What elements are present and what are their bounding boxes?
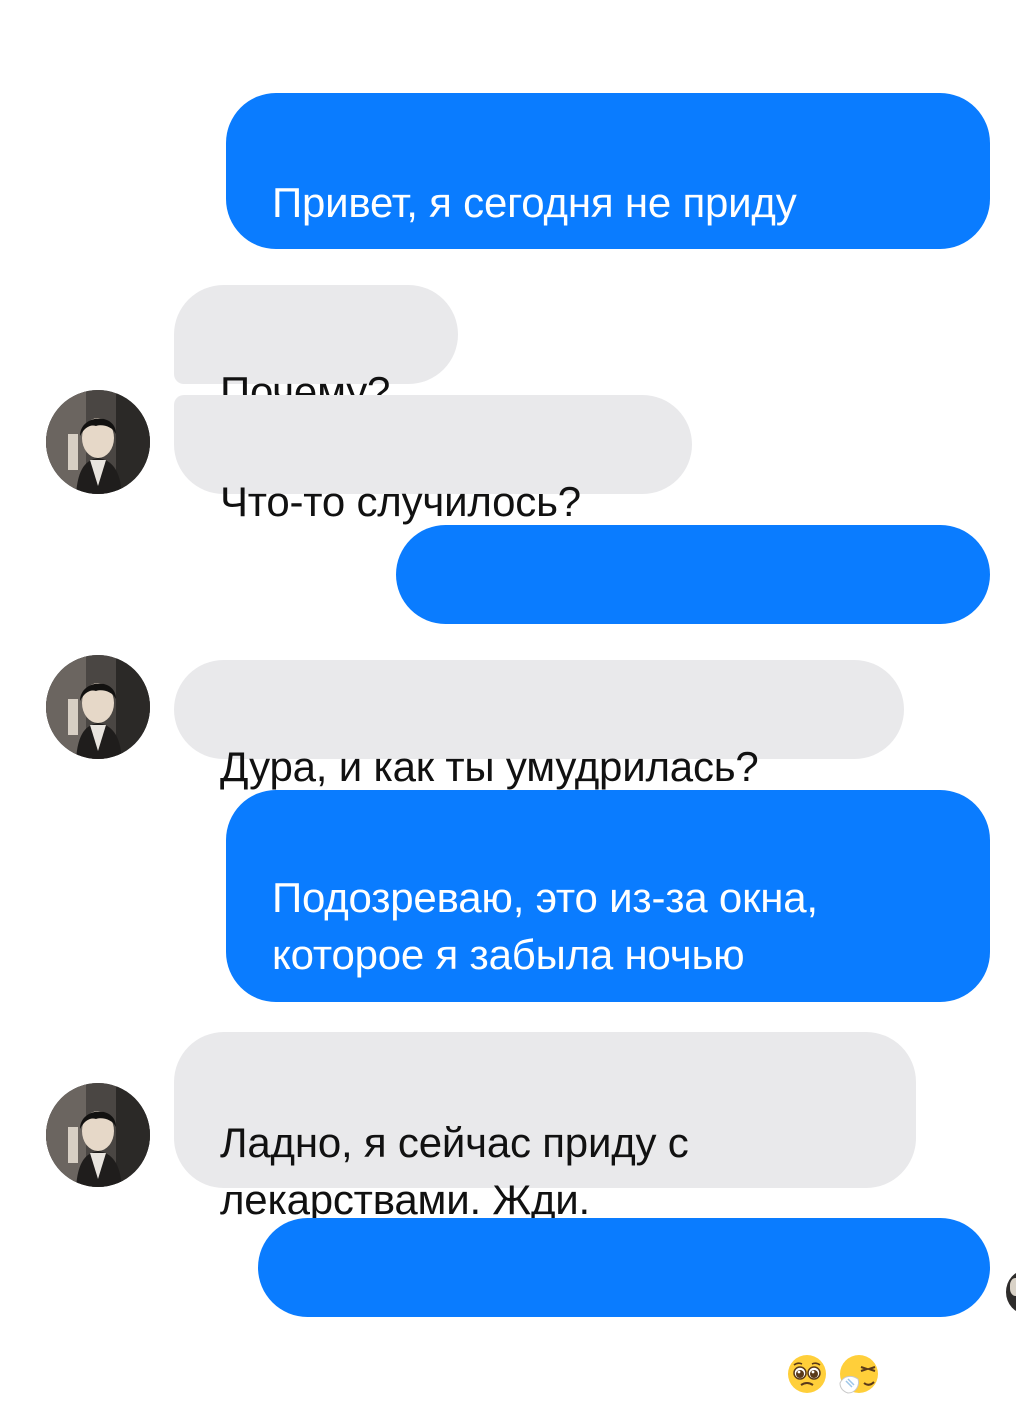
outgoing-message-bubble[interactable]: Привет, я сегодня не приду на тренировку…	[226, 93, 990, 283]
incoming-message-bubble[interactable]: Почему?	[174, 285, 458, 415]
avatar-image	[46, 1083, 150, 1187]
message-text: Что-то случилось?	[220, 478, 581, 525]
message-text: Дура, и как ты умудрилась?	[220, 743, 759, 790]
contact-avatar[interactable]	[46, 1083, 150, 1187]
avatar-image	[46, 390, 150, 494]
message-text: Аэааэааэааэа, спасибо.	[304, 1329, 772, 1377]
message-text: Ладно, я сейчас приду с лекарствами. Жди…	[220, 1119, 689, 1223]
incoming-message-bubble[interactable]: Что-то случилось?	[174, 395, 692, 525]
message-text: Привет, я сегодня не приду на тренировку…	[272, 179, 797, 283]
incoming-message-bubble[interactable]: Ладно, я сейчас приду с лекарствами. Жди…	[174, 1032, 916, 1223]
outgoing-message-bubble[interactable]: Я заболела походу.	[396, 525, 990, 702]
contact-avatar[interactable]	[46, 390, 150, 494]
outgoing-message-bubble[interactable]: Подозреваю, это из-за окна, которое я за…	[226, 790, 990, 1035]
sneezing-face-emoji-icon	[834, 1292, 884, 1413]
message-text: Подозреваю, это из-за окна, которое я за…	[272, 874, 818, 1035]
pleading-face-emoji-icon	[782, 1292, 832, 1413]
incoming-message-bubble[interactable]: Дура, и как ты умудрилась?	[174, 660, 904, 790]
contact-avatar-partial[interactable]	[1006, 1270, 1016, 1314]
outgoing-message-bubble[interactable]: Аэааэааэааэа, спасибо.	[258, 1218, 990, 1394]
avatar-image	[46, 655, 150, 759]
contact-avatar[interactable]	[46, 655, 150, 759]
